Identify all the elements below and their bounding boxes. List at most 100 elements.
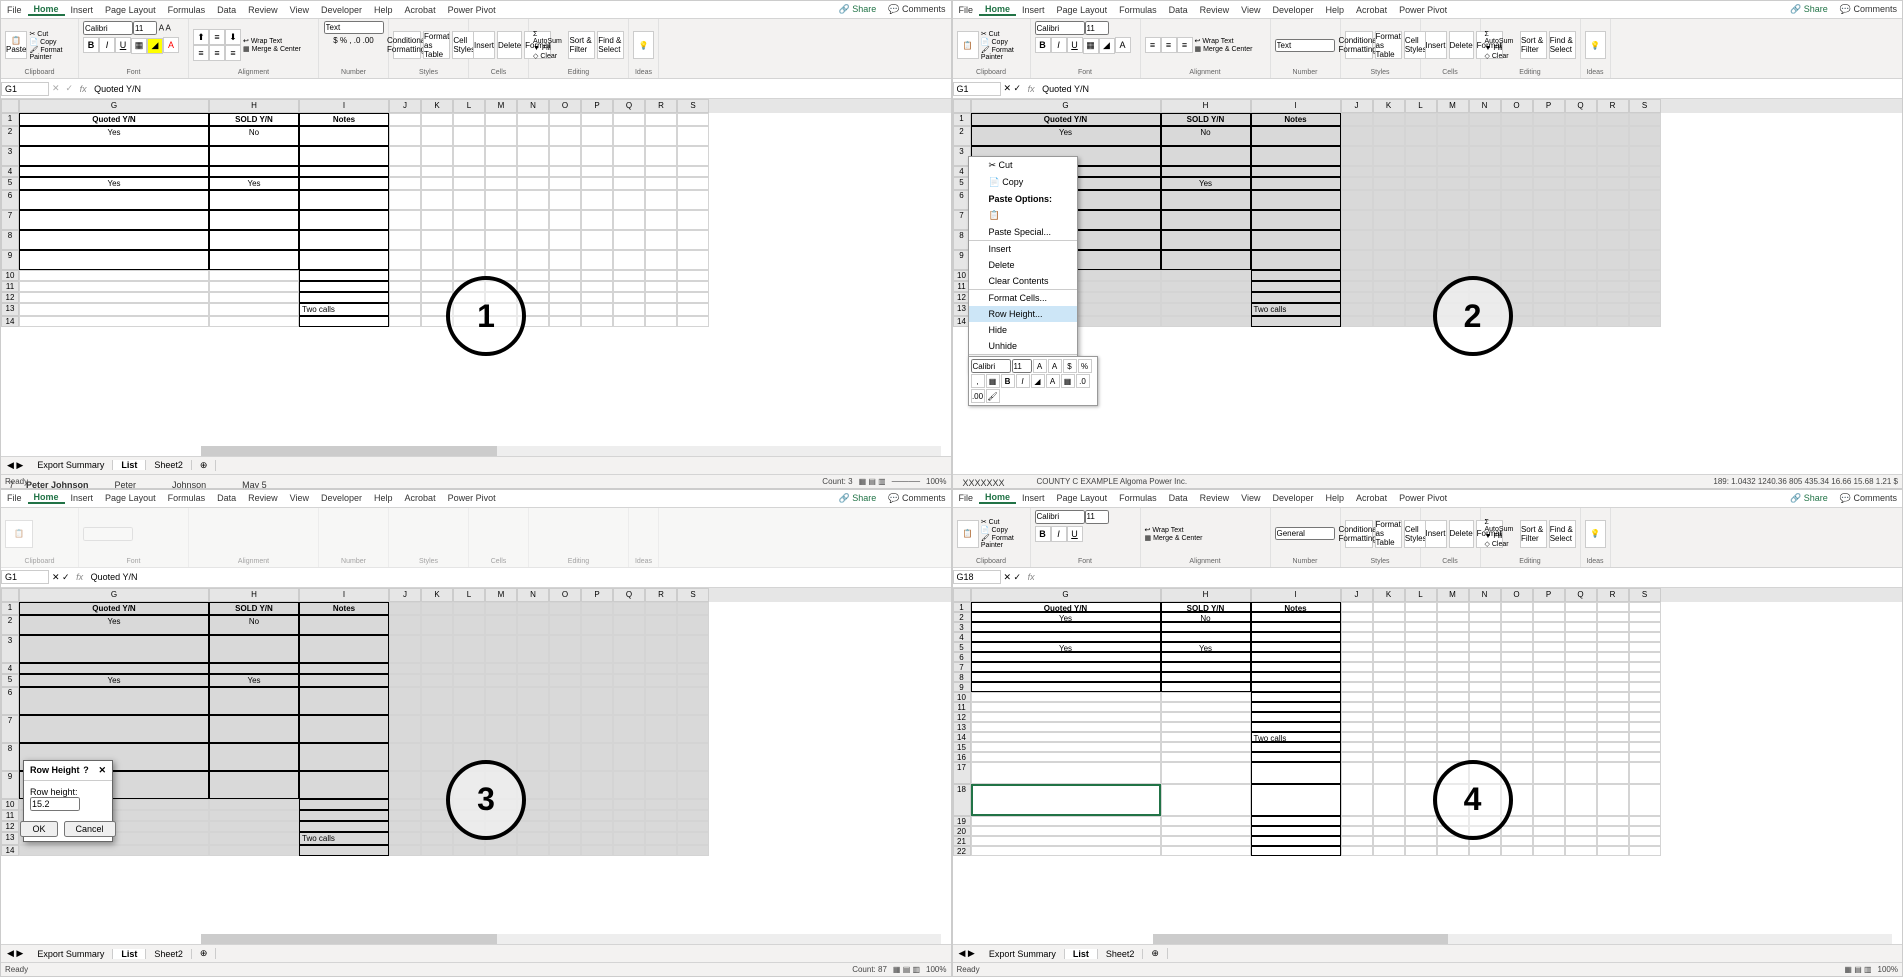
name-box[interactable]	[953, 570, 1001, 584]
border-button[interactable]: ▦	[131, 38, 147, 54]
ctx-hide[interactable]: Hide	[969, 322, 1077, 338]
mini-formatpainter[interactable]: 🖌	[986, 389, 1000, 403]
italic-button[interactable]: I	[99, 37, 115, 53]
name-box[interactable]	[953, 82, 1001, 96]
mini-decimal2[interactable]: .00	[971, 389, 985, 403]
ctx-paste-icon[interactable]: 📋	[969, 207, 1077, 224]
ctx-clear[interactable]: Clear Contents	[969, 273, 1077, 289]
ctx-rowheight[interactable]: Row Height...	[969, 306, 1077, 322]
menu-acrobat[interactable]: Acrobat	[399, 5, 442, 15]
mini-increase-font[interactable]: A	[1033, 359, 1047, 373]
zoom[interactable]: 100%	[926, 477, 946, 486]
mini-fill[interactable]: ◢	[1031, 374, 1045, 388]
row-1[interactable]: 1	[1, 113, 19, 126]
ctx-formatcells[interactable]: Format Cells...	[969, 289, 1077, 306]
fx-icon[interactable]: fx	[76, 84, 90, 94]
dlg-cancel[interactable]: Cancel	[64, 821, 116, 837]
mini-italic[interactable]: I	[1016, 374, 1030, 388]
underline-button[interactable]: U	[115, 37, 131, 53]
col-N[interactable]: N	[517, 99, 549, 113]
cell-G1[interactable]: Quoted Y/N	[19, 113, 209, 126]
find-select[interactable]: Find & Select	[597, 31, 624, 59]
cell-G5[interactable]: Yes	[19, 177, 209, 190]
row-height-input[interactable]	[30, 797, 80, 811]
autosum[interactable]: Σ AutoSum	[533, 31, 566, 45]
row-14[interactable]: 14	[1, 316, 19, 327]
sort-filter[interactable]: Sort & Filter	[568, 31, 595, 59]
cancel-icon[interactable]: ✕	[49, 83, 63, 94]
wrap-text[interactable]: ↩ Wrap Text	[243, 37, 301, 45]
mini-currency[interactable]: $	[1063, 359, 1077, 373]
col-L[interactable]: L	[453, 99, 485, 113]
align-bot[interactable]: ⬇	[225, 29, 241, 45]
h-scrollbar[interactable]	[1153, 934, 1893, 944]
comments-button[interactable]: 💬 Comments	[883, 3, 950, 16]
new-sheet[interactable]: ⊕	[192, 460, 217, 471]
menu-insert[interactable]: Insert	[65, 5, 100, 15]
font-color-button[interactable]: A	[163, 37, 179, 53]
row-13[interactable]: 13	[1, 303, 19, 316]
row-9[interactable]: 9	[1, 250, 19, 270]
ctx-unhide[interactable]: Unhide	[969, 338, 1077, 354]
mini-fontcolor[interactable]: A	[1046, 374, 1060, 388]
ideas[interactable]: 💡	[633, 31, 654, 59]
formula-input[interactable]	[90, 84, 950, 94]
ctx-insert[interactable]: Insert	[969, 240, 1077, 257]
cell-H1[interactable]: SOLD Y/N	[209, 113, 299, 126]
font-size[interactable]	[133, 21, 157, 35]
cell-I13[interactable]: Two calls	[299, 303, 389, 316]
h-scrollbar[interactable]	[201, 934, 941, 944]
mini-bold[interactable]: B	[1001, 374, 1015, 388]
fmt-table[interactable]: Format as Table	[423, 31, 450, 59]
col-K[interactable]: K	[421, 99, 453, 113]
ctx-delete[interactable]: Delete	[969, 257, 1077, 273]
align-left[interactable]: ≡	[193, 45, 209, 61]
ctx-cut[interactable]: ✂ Cut	[969, 157, 1077, 174]
row-11[interactable]: 11	[1, 281, 19, 292]
menu-file[interactable]: File	[1, 5, 28, 15]
col-G[interactable]: G	[19, 99, 209, 113]
align-mid[interactable]: ≡	[209, 29, 225, 45]
col-J[interactable]: J	[389, 99, 421, 113]
dlg-ok[interactable]: OK	[20, 821, 57, 837]
copy-button[interactable]: 📄 Copy	[29, 38, 74, 46]
tab-sheet2[interactable]: Sheet2	[146, 460, 192, 470]
mini-decrease-font[interactable]: A	[1048, 359, 1062, 373]
menu-data[interactable]: Data	[211, 5, 242, 15]
share-button[interactable]: 🔗 Share	[834, 3, 882, 16]
tab-export[interactable]: Export Summary	[29, 460, 113, 470]
menu-review[interactable]: Review	[242, 5, 284, 15]
cell-H5[interactable]: Yes	[209, 177, 299, 190]
menu-pagelayout[interactable]: Page Layout	[99, 5, 162, 15]
ctx-copy[interactable]: 📄 Copy	[969, 174, 1077, 191]
fill[interactable]: ▼ Fill	[533, 45, 566, 52]
cell-I2[interactable]	[299, 126, 389, 146]
menu-home[interactable]: Home	[28, 4, 65, 16]
mini-decimal[interactable]: .0	[1076, 374, 1090, 388]
clear[interactable]: ◇ Clear	[533, 52, 566, 60]
row-4[interactable]: 4	[1, 166, 19, 177]
mini-border[interactable]: ▦	[1061, 374, 1075, 388]
menu-developer[interactable]: Developer	[315, 5, 368, 15]
col-R[interactable]: R	[645, 99, 677, 113]
font-name[interactable]	[83, 21, 133, 35]
col-S[interactable]: S	[677, 99, 709, 113]
mini-comma[interactable]: ,	[971, 374, 985, 388]
active-cell[interactable]	[971, 784, 1161, 816]
col-H[interactable]: H	[209, 99, 299, 113]
row-12[interactable]: 12	[1, 292, 19, 303]
mini-merge[interactable]: ▦	[986, 374, 1000, 388]
align-top[interactable]: ⬆	[193, 29, 209, 45]
menu-view[interactable]: View	[284, 5, 315, 15]
select-all[interactable]	[1, 99, 19, 113]
cell-H2[interactable]: No	[209, 126, 299, 146]
col-Q[interactable]: Q	[613, 99, 645, 113]
formatpainter-button[interactable]: 🖌 Format Painter	[29, 46, 74, 61]
row-10[interactable]: 10	[1, 270, 19, 281]
formula-input[interactable]	[1038, 572, 1902, 582]
row-5[interactable]: 5	[1, 177, 19, 190]
align-center[interactable]: ≡	[209, 45, 225, 61]
row-7[interactable]: 7	[1, 210, 19, 230]
insert-cells[interactable]: Insert	[473, 31, 495, 59]
cell-G2[interactable]: Yes	[19, 126, 209, 146]
